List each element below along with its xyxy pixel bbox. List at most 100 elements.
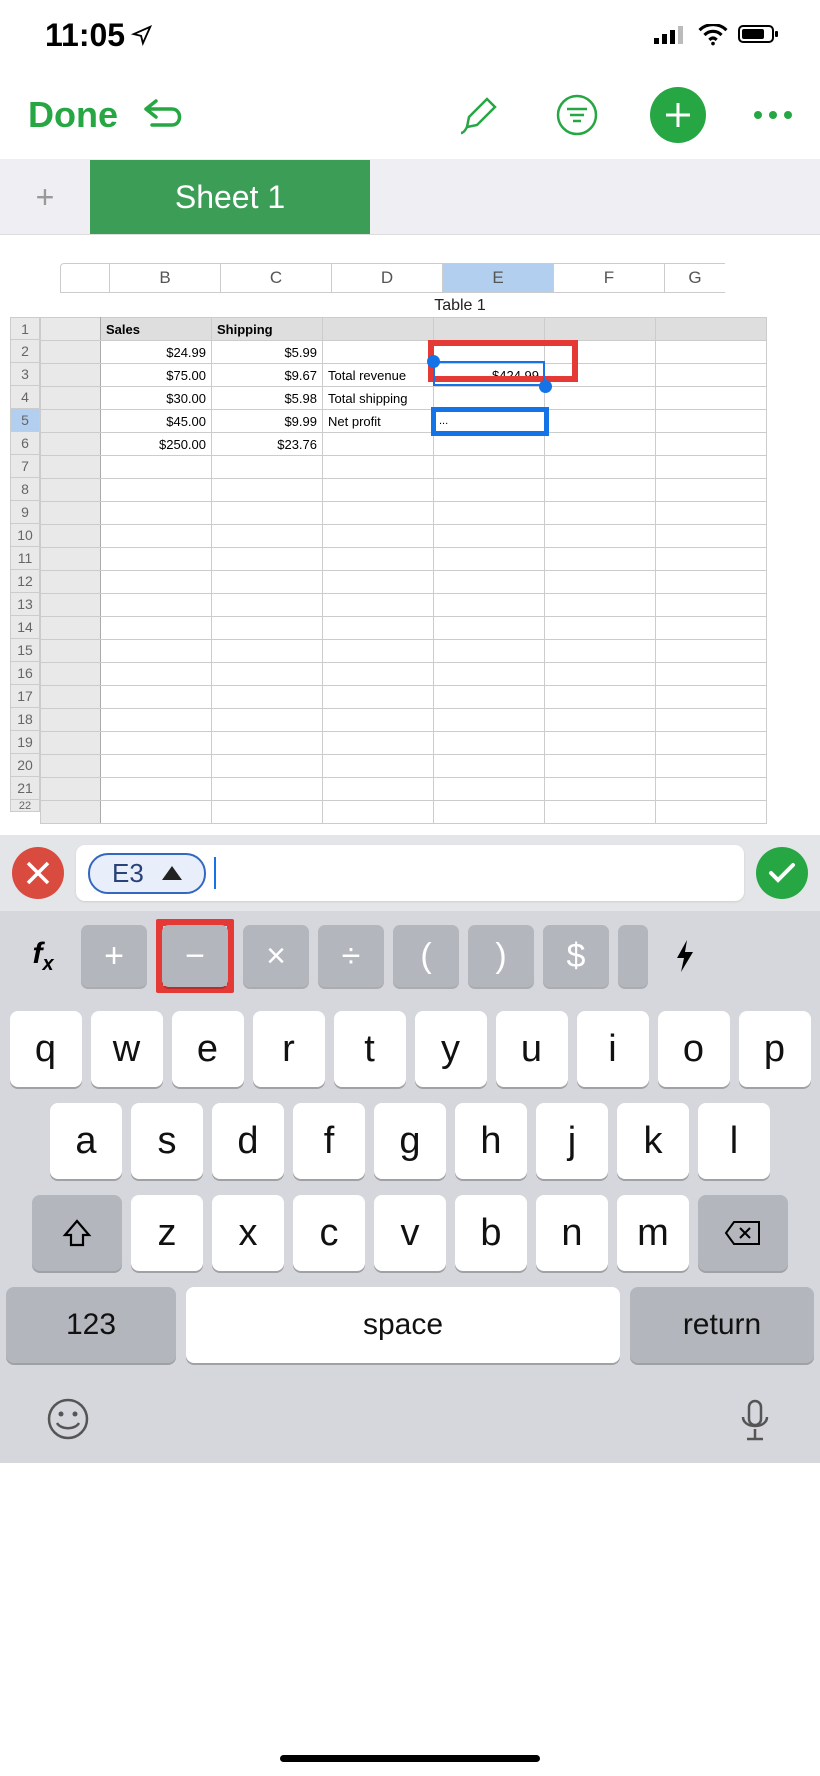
cell[interactable]: $250.00 [101,433,212,456]
row-header[interactable]: 12 [10,570,40,593]
col-header-e[interactable]: E [443,263,554,293]
op-multiply[interactable]: × [243,925,309,987]
cancel-formula-button[interactable] [12,847,64,899]
row-header[interactable]: 10 [10,524,40,547]
op-minus[interactable]: − [162,925,228,987]
col-header-c[interactable]: C [221,263,332,293]
op-paren-close[interactable]: ) [468,925,534,987]
row-header[interactable]: 15 [10,639,40,662]
key-s[interactable]: s [131,1103,203,1179]
key-h[interactable]: h [455,1103,527,1179]
space-key[interactable]: space [186,1287,620,1363]
key-v[interactable]: v [374,1195,446,1271]
selection-handle[interactable] [539,380,552,393]
key-t[interactable]: t [334,1011,406,1087]
row-header[interactable]: 22 [10,800,40,812]
done-button[interactable]: Done [28,94,118,136]
header-cell[interactable]: Shipping [212,318,323,341]
row-header[interactable]: 13 [10,593,40,616]
cell[interactable] [323,341,434,364]
formula-input[interactable]: E3 [76,845,744,901]
row-header[interactable]: 21 [10,777,40,800]
cell[interactable]: $23.76 [212,433,323,456]
confirm-formula-button[interactable] [756,847,808,899]
home-indicator[interactable] [280,1755,540,1762]
numbers-key[interactable]: 123 [6,1287,176,1363]
row-header[interactable]: 18 [10,708,40,731]
cell[interactable]: $45.00 [101,410,212,433]
cell[interactable]: $9.67 [212,364,323,387]
key-i[interactable]: i [577,1011,649,1087]
cell[interactable]: $75.00 [101,364,212,387]
cell[interactable] [434,341,545,364]
emoji-button[interactable] [46,1397,90,1441]
cell[interactable] [434,387,545,410]
key-c[interactable]: c [293,1195,365,1271]
spreadsheet[interactable]: B C D E F G Table 1 1 2 3 4 5 6 7 8 9 10… [0,235,820,835]
key-m[interactable]: m [617,1195,689,1271]
key-x[interactable]: x [212,1195,284,1271]
key-u[interactable]: u [496,1011,568,1087]
key-y[interactable]: y [415,1011,487,1087]
grid[interactable]: SalesShipping $24.99$5.99 $75.00$9.67Tot… [40,317,767,824]
cell[interactable]: $24.99 [101,341,212,364]
cell[interactable]: $5.99 [212,341,323,364]
sheet-tab[interactable]: Sheet 1 [90,160,370,234]
op-divide[interactable]: ÷ [318,925,384,987]
key-d[interactable]: d [212,1103,284,1179]
more-button[interactable] [754,111,792,119]
cell[interactable]: Net profit [323,410,434,433]
selection-handle[interactable] [427,355,440,368]
col-header-f[interactable]: F [554,263,665,293]
row-header[interactable]: 17 [10,685,40,708]
row-header[interactable]: 11 [10,547,40,570]
col-header-g[interactable]: G [665,263,725,293]
header-cell[interactable]: Sales [101,318,212,341]
op-dollar[interactable]: $ [543,925,609,987]
corner-cell[interactable] [60,263,110,293]
key-n[interactable]: n [536,1195,608,1271]
cell[interactable]: $5.98 [212,387,323,410]
key-j[interactable]: j [536,1103,608,1179]
key-l[interactable]: l [698,1103,770,1179]
add-sheet-button[interactable]: + [0,160,90,234]
backspace-key[interactable] [698,1195,788,1271]
row-header[interactable]: 16 [10,662,40,685]
key-k[interactable]: k [617,1103,689,1179]
filter-button[interactable] [552,90,602,140]
op-plus[interactable]: + [81,925,147,987]
undo-button[interactable] [138,90,188,140]
cell[interactable]: Total shipping [323,387,434,410]
key-e[interactable]: e [172,1011,244,1087]
key-q[interactable]: q [10,1011,82,1087]
key-b[interactable]: b [455,1195,527,1271]
row-header[interactable]: 8 [10,478,40,501]
row-header[interactable]: 14 [10,616,40,639]
format-button[interactable] [454,90,504,140]
quick-formula-button[interactable] [657,938,713,974]
shift-key[interactable] [32,1195,122,1271]
key-w[interactable]: w [91,1011,163,1087]
key-a[interactable]: a [50,1103,122,1179]
fx-button[interactable]: fx [14,937,72,976]
col-header-b[interactable]: B [110,263,221,293]
key-f[interactable]: f [293,1103,365,1179]
dictation-button[interactable] [736,1397,774,1445]
return-key[interactable]: return [630,1287,814,1363]
cell-e3[interactable]: $424.99 [434,364,545,387]
row-header[interactable]: 3 [10,363,40,386]
row-header[interactable]: 19 [10,731,40,754]
key-p[interactable]: p [739,1011,811,1087]
key-r[interactable]: r [253,1011,325,1087]
cell[interactable]: Total revenue [323,364,434,387]
cell[interactable]: $30.00 [101,387,212,410]
key-z[interactable]: z [131,1195,203,1271]
op-extra[interactable] [618,925,648,987]
row-header[interactable]: 2 [10,340,40,363]
op-paren-open[interactable]: ( [393,925,459,987]
cell[interactable]: $9.99 [212,410,323,433]
key-g[interactable]: g [374,1103,446,1179]
row-header[interactable]: 20 [10,754,40,777]
row-header[interactable]: 7 [10,455,40,478]
row-header[interactable]: 6 [10,432,40,455]
